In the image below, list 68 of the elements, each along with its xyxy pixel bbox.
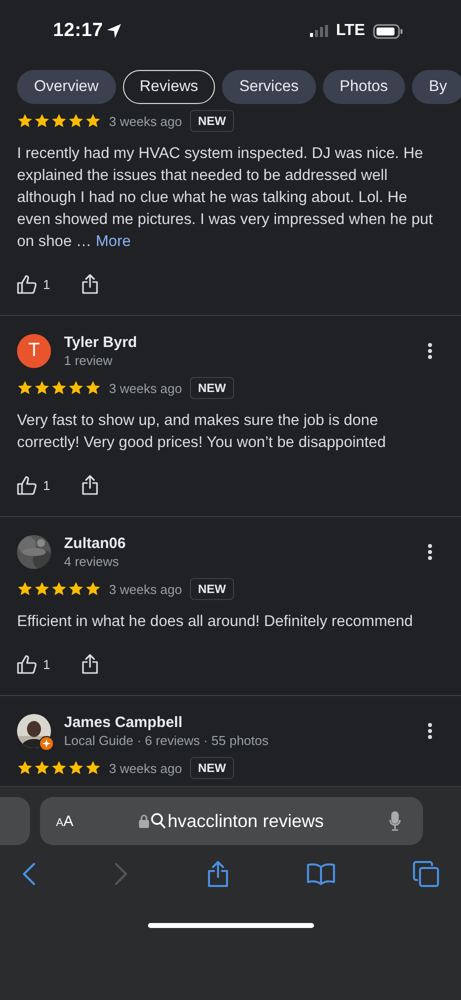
star-icon (85, 581, 101, 597)
star-icon (68, 760, 84, 776)
thumbs-up-icon[interactable] (17, 274, 37, 294)
reviewer-name: Tyler Byrd (64, 334, 138, 351)
battery-icon (373, 24, 403, 38)
lock-icon (138, 814, 149, 828)
reviewer-info: 1 review (64, 353, 114, 368)
star-icon (68, 581, 84, 597)
reviewer-info: 4 reviews (64, 554, 120, 569)
reviewer-info: Local Guide · 6 reviews · 55 photos (64, 733, 270, 748)
tabs-icon[interactable] (413, 861, 439, 887)
star-icon (51, 113, 67, 129)
new-label: NEW (190, 377, 234, 399)
like-count: 1 (43, 478, 50, 492)
new-label: NEW (190, 110, 234, 132)
star-icon (68, 113, 84, 129)
more-options-icon[interactable] (427, 722, 433, 740)
more-options-icon[interactable] (427, 342, 433, 360)
star-icon (51, 380, 67, 396)
tab[interactable]: Overview (17, 70, 116, 104)
like-count: 1 (43, 276, 50, 292)
review-text: Efficient in what he does all around! Definitely recommend (17, 612, 414, 632)
reviewer-name: James Campbell (64, 714, 184, 731)
local-guide-badge-icon (39, 736, 54, 751)
star-icon (34, 760, 50, 776)
review-text: I recently had my HVAC system inspected. DJ was nice. He explained the issues that needed to be addressed well although I had no clue what he was talking about. Lol. He even showed me pictures. I was very impressed when he put on shoe … More (17, 144, 434, 252)
review-time: 3 weeks ago (109, 380, 182, 396)
more-link[interactable]: More (96, 233, 131, 250)
signal-icon (310, 25, 330, 37)
star-icon (85, 113, 101, 129)
star-icon (51, 581, 67, 597)
review-time: 3 weeks ago (109, 114, 182, 128)
star-icon (85, 760, 101, 776)
star-icon (17, 380, 33, 396)
back-icon[interactable] (22, 863, 36, 885)
thumbs-up-icon[interactable] (17, 654, 37, 674)
clock-time: 12:17 (53, 20, 104, 42)
tab[interactable]: By (412, 70, 461, 104)
like-count: 1 (43, 656, 50, 672)
star-icon (34, 113, 50, 129)
tab[interactable]: Reviews (122, 70, 216, 104)
star-icon (68, 380, 84, 396)
more-options-icon[interactable] (427, 543, 433, 561)
star-icon (17, 760, 33, 776)
review-time: 3 weeks ago (109, 582, 182, 596)
url-text: hvacclinton reviews (168, 810, 324, 832)
search-icon (150, 813, 166, 829)
reviewer-name: Zultan06 (64, 535, 127, 552)
star-icon (34, 581, 50, 597)
avatar: T (17, 334, 51, 368)
network-label: LTE (336, 22, 365, 40)
new-label: NEW (190, 578, 234, 600)
microphone-icon[interactable] (389, 811, 401, 831)
star-icon (17, 113, 33, 129)
thumbs-up-icon[interactable] (17, 476, 37, 494)
review-text: Very fast to show up, and makes sure the job is done correctly! Very good prices! You won’t be disappointed (17, 411, 387, 453)
star-icon (85, 380, 101, 396)
star-icon (51, 760, 67, 776)
star-icon (17, 581, 33, 597)
star-icon (34, 380, 50, 396)
location-arrow-icon (106, 23, 122, 39)
tab[interactable]: Photos (322, 70, 405, 104)
text-size-label: AA (56, 812, 74, 830)
tab[interactable]: Services (222, 70, 316, 104)
bookmarks-icon[interactable] (306, 863, 335, 885)
new-label: NEW (190, 757, 234, 779)
address-bar[interactable]: AA hvacclinton reviews (40, 797, 423, 845)
review-time: 3 weeks ago (109, 760, 182, 776)
